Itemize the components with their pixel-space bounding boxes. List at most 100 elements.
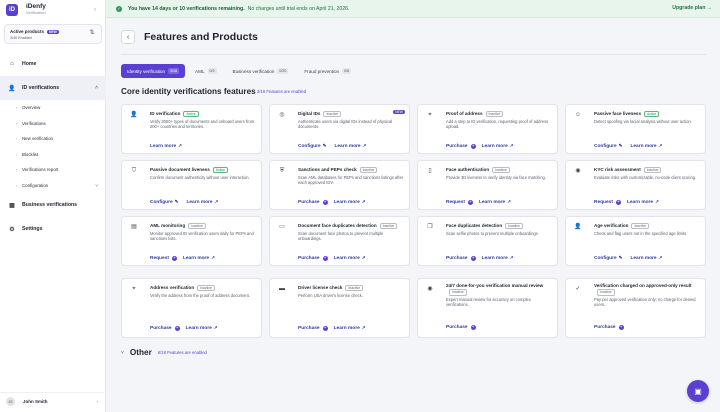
external-link-icon[interactable]: ↗ <box>211 255 215 261</box>
configure-link[interactable]: Configure <box>594 256 617 261</box>
external-link-icon[interactable]: ↗ <box>363 143 367 149</box>
swap-icon[interactable]: ⇅ <box>87 29 97 39</box>
pencil-icon[interactable]: ✎ <box>175 199 179 205</box>
sidebar-subitem-verifications[interactable]: › Verifications <box>0 116 106 132</box>
external-link-icon[interactable]: ↗ <box>659 143 663 149</box>
learn-more-link[interactable]: Learn more <box>183 256 209 261</box>
external-link-icon[interactable]: ↗ <box>510 255 514 261</box>
section-enabled-count: 3/16 Features are enabled <box>257 89 307 94</box>
external-link-icon[interactable]: ↗ <box>510 143 514 149</box>
other-section-toggle[interactable]: ˅ Other 6/18 Features are enabled <box>121 348 207 357</box>
sidebar-subitem-blocklist[interactable]: › Blocklist <box>0 147 106 163</box>
chevron-up-icon: ˄ <box>95 85 98 91</box>
external-link-icon[interactable]: ↗ <box>362 255 366 261</box>
purchase-link[interactable]: Purchase <box>446 144 468 149</box>
sidebar-item-business-verifications[interactable]: ▦ Business verifications <box>0 193 106 217</box>
status-badge: Inactive <box>188 223 206 229</box>
purchase-link[interactable]: Purchase <box>298 200 320 205</box>
status-badge: Inactive <box>485 111 504 117</box>
purchase-link[interactable]: Purchase <box>594 325 616 330</box>
user-menu[interactable]: JS John Smith › <box>0 392 106 410</box>
purchase-link[interactable]: Purchase <box>446 325 468 330</box>
chevron-down-icon: ˅ <box>121 349 124 356</box>
feature-card-digital-ids: ◎ Digital IDs Inactive NEW Authenticate u… <box>269 104 410 154</box>
external-link-icon[interactable]: ↗ <box>214 325 218 331</box>
tab-count: 0/20 <box>277 68 289 74</box>
tab-fraud-prevention[interactable]: Fraud prevention 0/6 <box>298 64 357 78</box>
upgrade-plan-link[interactable]: Upgrade plan → <box>672 5 712 11</box>
sidebar-subitem-overview[interactable]: › Overview <box>0 100 106 116</box>
external-link-icon[interactable]: ↗ <box>178 143 182 149</box>
learn-more-link[interactable]: Learn more <box>630 144 656 149</box>
learn-more-link[interactable]: Learn more <box>630 256 656 261</box>
pencil-icon[interactable]: ✎ <box>619 255 623 261</box>
learn-more-link[interactable]: Learn more <box>334 326 360 331</box>
learn-more-link[interactable]: Learn more <box>150 144 176 149</box>
purchase-link[interactable]: Purchase <box>446 256 468 261</box>
plus-icon[interactable]: + <box>322 325 328 331</box>
sidebar-subitem-new-verification[interactable]: › New verification <box>0 131 106 147</box>
request-link[interactable]: Request <box>150 256 169 261</box>
learn-more-link[interactable]: Learn more <box>334 200 360 205</box>
request-link[interactable]: Request <box>446 200 465 205</box>
pencil-icon[interactable]: ✎ <box>619 143 623 149</box>
plus-icon[interactable]: + <box>174 325 180 331</box>
purchase-link[interactable]: Purchase <box>298 326 320 331</box>
learn-more-link[interactable]: Learn more <box>482 256 508 261</box>
plus-icon[interactable]: + <box>322 255 328 261</box>
external-link-icon[interactable]: ↗ <box>507 199 511 205</box>
learn-more-link[interactable]: Learn more <box>479 200 505 205</box>
configure-link[interactable]: Configure <box>298 144 321 149</box>
external-link-icon[interactable]: ↗ <box>655 199 659 205</box>
back-button[interactable]: ‹ <box>121 30 135 44</box>
plus-icon[interactable]: + <box>470 325 476 330</box>
learn-more-link[interactable]: Learn more <box>186 326 212 331</box>
purchase-link[interactable]: Purchase <box>150 326 172 331</box>
tab-business-verification[interactable]: Business verification 0/20 <box>227 64 295 78</box>
status-badge: Inactive <box>631 223 650 229</box>
learn-more-link[interactable]: Learn more <box>482 144 508 149</box>
learn-more-link[interactable]: Learn more <box>334 256 360 261</box>
configure-link[interactable]: Configure <box>150 200 173 205</box>
product-enabled-count: 3/40 Enabled <box>10 36 32 40</box>
shield-icon: ⛉ <box>131 168 137 174</box>
feature-card-age-verification: 👤 Age verification Inactive Check and fla… <box>565 216 706 266</box>
banner-strong-text: You have 14 days or 10 verifications rem… <box>128 5 245 12</box>
collapse-sidebar-icon[interactable]: ‹ <box>94 7 96 13</box>
sidebar-subitem-configuration[interactable]: › Configuration ˅ <box>0 178 106 194</box>
chat-button[interactable]: ▣ <box>687 380 709 402</box>
learn-more-link[interactable]: Learn more <box>334 144 360 149</box>
user-name: John Smith <box>23 399 48 404</box>
external-link-icon[interactable]: ↗ <box>362 325 366 331</box>
tab-aml[interactable]: AML 0/3 <box>189 64 222 78</box>
sidebar-item-home[interactable]: ⌂ Home <box>0 52 106 76</box>
learn-more-link[interactable]: Learn more <box>627 200 653 205</box>
active-products-selector[interactable]: Active products NEW 3/40 Enabled ⇅ <box>4 24 102 44</box>
external-link-icon[interactable]: ↗ <box>659 255 663 261</box>
external-link-icon[interactable]: ↗ <box>362 199 366 205</box>
plus-icon[interactable]: + <box>470 143 476 149</box>
feature-card-driver-license: ▬ Driver license check Inactive Perform U… <box>269 278 410 338</box>
sidebar-subitem-verifications-report[interactable]: › Verifications report <box>0 162 106 178</box>
configure-link[interactable]: Configure <box>594 144 617 149</box>
sidebar-item-settings[interactable]: ⚙ Settings <box>0 217 106 241</box>
plus-icon[interactable]: + <box>467 199 473 205</box>
feature-card-passive-document-liveness: ⛉ Passive document liveness Active Confir… <box>121 160 262 210</box>
request-link[interactable]: Request <box>594 200 613 205</box>
brand[interactable]: iD iDenfy Verification <box>6 3 46 16</box>
purchase-link[interactable]: Purchase <box>298 256 320 261</box>
pencil-icon[interactable]: ✎ <box>323 143 327 149</box>
plus-icon[interactable]: + <box>171 255 177 261</box>
status-badge: Inactive <box>323 111 342 117</box>
plus-icon[interactable]: + <box>618 325 624 330</box>
tab-identity-verification[interactable]: Identity verification 3/18 <box>121 64 186 78</box>
car-icon: ▬ <box>279 286 285 292</box>
plus-icon[interactable]: + <box>322 199 328 205</box>
sidebar-item-id-verifications[interactable]: 👤 ID verifications ˄ <box>0 76 106 100</box>
learn-more-link[interactable]: Learn more <box>186 200 212 205</box>
plus-icon[interactable]: + <box>470 255 476 261</box>
plus-icon[interactable]: + <box>615 199 621 205</box>
status-badge: Active <box>183 111 199 117</box>
external-link-icon[interactable]: ↗ <box>215 199 219 205</box>
feature-card-id-verification: 👤 ID verification Active Verify 3000+ typ… <box>121 104 262 154</box>
